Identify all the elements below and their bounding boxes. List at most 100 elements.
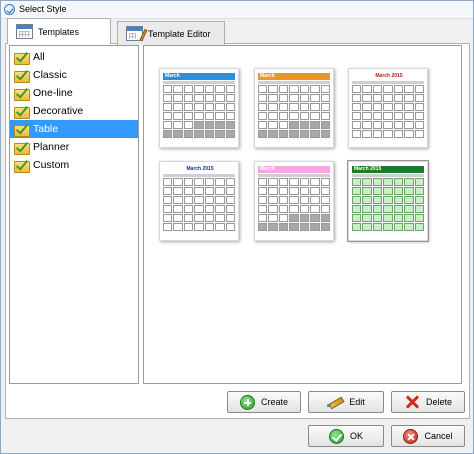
thumbnail-day-cell [299,103,310,111]
thumbnail-day-cell [258,112,268,120]
thumbnail-month-title: March 2015 [352,166,424,173]
thumbnail-day-cell [204,178,215,186]
thumbnail-day-cell [414,85,424,93]
thumbnail-day-cell [393,205,404,213]
thumbnail-day-cell [204,85,215,93]
template-thumbnail[interactable]: March 2015 [347,160,429,242]
thumbnail-day-cell [194,214,204,222]
thumbnail-day-cell [383,223,393,231]
thumbnail-day-cell [194,130,204,138]
thumbnail-day-cell [372,94,383,102]
thumbnail-day-cell [204,187,215,195]
thumbnail-day-grid [163,85,235,138]
template-thumbnail[interactable]: March [254,68,334,148]
thumbnail-day-cell [173,112,183,120]
thumbnail-day-cell [299,85,310,93]
thumbnail-weekday-row [352,81,424,84]
thumbnail-day-cell [383,103,393,111]
list-item-custom[interactable]: Custom [10,156,138,174]
thumbnail-day-cell [362,103,372,111]
thumbnail-day-cell [372,85,383,93]
thumbnail-day-cell [414,196,424,204]
thumbnail-day-cell [163,214,173,222]
thumbnail-day-cell [352,85,362,93]
thumbnail-day-cell [215,223,225,231]
thumbnail-day-cell [173,121,183,129]
thumbnail-day-cell [320,85,330,93]
thumbnail-day-cell [258,223,268,231]
thumbnail-day-cell [383,196,393,204]
thumbnail-weekday-row [352,174,424,177]
thumbnail-day-cell [268,85,278,93]
tab-template-editor-label: Template Editor [148,28,211,39]
tab-template-editor[interactable]: Template Editor [117,21,225,45]
thumbnail-day-cell [310,94,320,102]
template-thumbnail[interactable]: March 2015 [159,161,239,241]
delete-button[interactable]: Delete [391,391,465,413]
cancel-button[interactable]: Cancel [391,425,465,447]
thumbnail-day-cell [320,130,330,138]
thumbnail-day-cell [215,103,225,111]
thumbnail-day-cell [204,94,215,102]
thumbnail-day-cell [404,196,414,204]
thumbnail-day-cell [289,196,299,204]
window-title: Select Style [19,4,67,14]
thumbnail-day-cell [194,187,204,195]
ok-button[interactable]: OK [308,425,384,447]
list-item-decorative[interactable]: Decorative [10,102,138,120]
thumbnail-day-cell [183,103,194,111]
thumbnail-day-cell [258,121,268,129]
thumbnail-day-cell [299,205,310,213]
thumbnail-day-cell [173,205,183,213]
thumbnail-day-cell [268,130,278,138]
thumbnail-day-grid [352,178,424,231]
thumbnail-day-cell [268,121,278,129]
thumbnail-month-title: March [258,166,330,173]
thumbnail-day-cell [173,85,183,93]
thumbnail-day-cell [204,223,215,231]
thumbnail-day-cell [362,85,372,93]
thumbnail-day-cell [299,121,310,129]
template-thumbnail[interactable]: March 2015 [348,68,428,148]
list-item-classic[interactable]: Classic [10,66,138,84]
thumbnail-day-cell [404,103,414,111]
tab-templates[interactable]: Templates [7,18,111,44]
thumbnail-day-cell [362,223,372,231]
cancel-button-label: Cancel [424,431,453,441]
thumbnail-day-cell [383,85,393,93]
thumbnail-day-cell [204,196,215,204]
thumbnail-day-cell [194,85,204,93]
thumbnail-day-cell [278,130,289,138]
list-item-all[interactable]: All [10,48,138,66]
thumbnail-day-cell [289,85,299,93]
thumbnail-day-cell [320,214,330,222]
thumbnail-day-cell [352,196,362,204]
thumbnail-day-cell [372,121,383,129]
template-gallery: March March March 2015 March 2015 March March… [143,45,462,384]
style-category-list[interactable]: All Classic One-line Decorative Table Pl… [9,45,139,384]
thumbnail-day-cell [414,103,424,111]
thumbnail-day-cell [362,205,372,213]
create-button[interactable]: Create [227,391,301,413]
thumbnail-day-cell [194,178,204,186]
folder-check-icon [14,104,30,119]
thumbnail-day-grid [163,178,235,231]
list-item-table[interactable]: Table [10,120,138,138]
list-item-planner[interactable]: Planner [10,138,138,156]
thumbnail-day-cell [225,121,235,129]
app-icon [4,4,15,15]
list-item-label: Table [33,123,59,135]
thumbnail-day-cell [404,205,414,213]
edit-button[interactable]: Edit [308,391,384,413]
thumbnail-day-cell [404,121,414,129]
template-thumbnail[interactable]: March [254,161,334,241]
list-item-label: Classic [33,69,67,81]
thumbnail-day-cell [215,121,225,129]
template-thumbnail[interactable]: March [159,68,239,148]
thumbnail-day-cell [352,187,362,195]
folder-check-icon [14,50,30,65]
thumbnail-day-cell [194,121,204,129]
thumbnail-day-cell [404,130,414,138]
list-item-one-line[interactable]: One-line [10,84,138,102]
thumbnail-day-cell [225,94,235,102]
